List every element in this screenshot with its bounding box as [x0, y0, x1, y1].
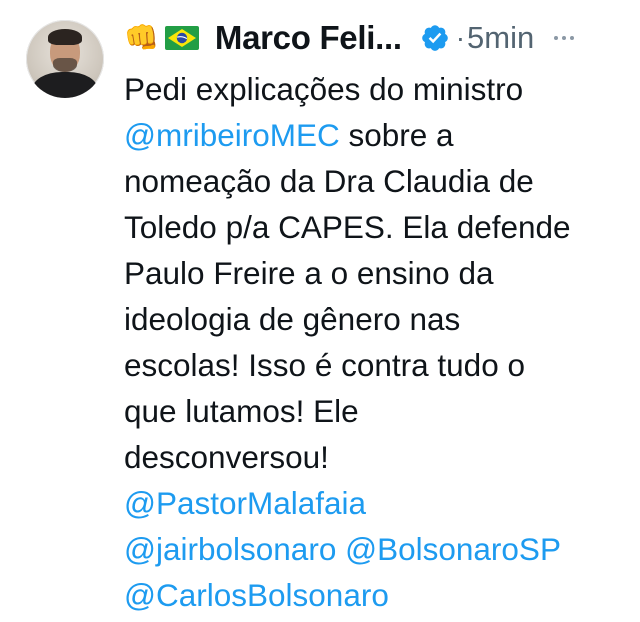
tweet-line: @CarlosBolsonaro: [124, 572, 624, 618]
mention-link[interactable]: @mribeiroMEC: [124, 117, 340, 153]
tweet-header: 👊 Marco Feli... · 5min: [124, 18, 620, 58]
tweet-line: que lutamos! Ele: [124, 393, 359, 429]
tweet-line: escolas! Isso é contra tudo o: [124, 347, 525, 383]
tweet-line: Paulo Freire a o ensino da: [124, 255, 494, 291]
avatar-hair: [48, 29, 82, 45]
tweet-line: desconversou!: [124, 439, 329, 475]
tweet-line: Pedi explicações do ministro: [124, 71, 524, 107]
more-dot: [554, 36, 559, 40]
avatar[interactable]: [26, 20, 104, 98]
tweet-timestamp[interactable]: 5min: [467, 20, 534, 56]
tweet-line: @mribeiroMEC sobre a: [124, 112, 624, 158]
tweet-line: nomeação da Dra Claudia de: [124, 163, 534, 199]
brazil-flag-icon: [164, 26, 199, 50]
separator-dot: ·: [455, 22, 466, 53]
tweet-text: Pedi explicações do ministro @mribeiroME…: [124, 66, 624, 618]
avatar-shirt: [32, 72, 98, 98]
avatar-beard: [53, 58, 77, 72]
more-options-icon[interactable]: [554, 36, 575, 40]
author-name[interactable]: Marco Feli...: [215, 19, 402, 57]
mention-link[interactable]: @PastorMalafaia: [124, 485, 366, 521]
mention-link[interactable]: @CarlosBolsonaro: [124, 577, 389, 613]
tweet-line: @jairbolsonaro @BolsonaroSP: [124, 526, 624, 572]
verified-badge-icon: [421, 25, 448, 51]
more-dot: [570, 36, 575, 40]
fist-emoji-icon: 👊: [124, 22, 159, 53]
tweet-line: ideologia de gênero nas: [124, 301, 461, 337]
mention-link[interactable]: @jairbolsonaro: [124, 531, 336, 567]
tweet-line-text: sobre a: [339, 117, 454, 153]
tweet-line: @PastorMalafaia: [124, 480, 624, 526]
more-dot: [562, 36, 567, 40]
mention-link[interactable]: @BolsonaroSP: [345, 531, 561, 567]
tweet-line: Toledo p/a CAPES. Ela defende: [124, 209, 571, 245]
